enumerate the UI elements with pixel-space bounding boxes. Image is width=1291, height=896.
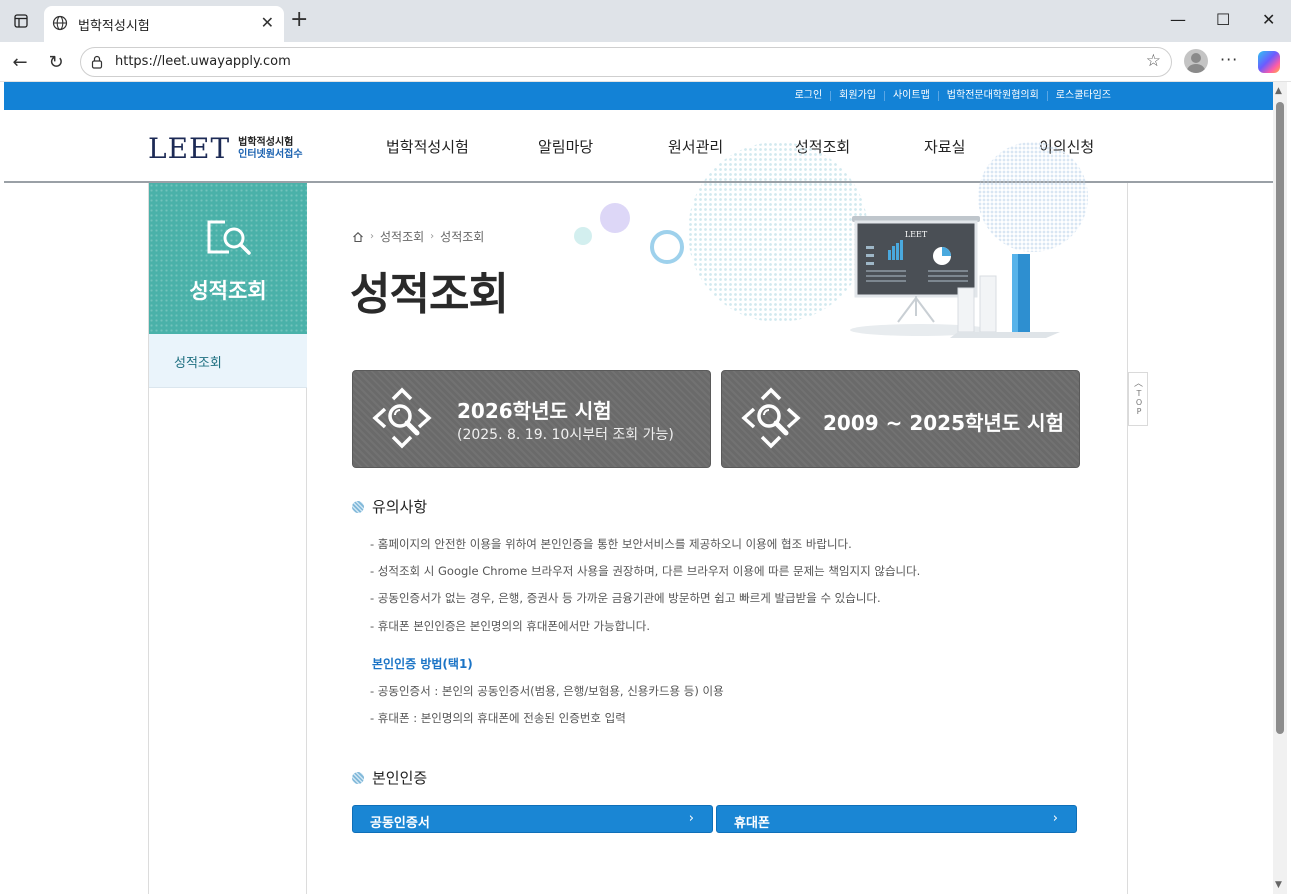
window-close-button[interactable]: ✕ [1262, 10, 1275, 29]
auth-section-title: 본인인증 [352, 767, 427, 788]
hero-decor-dot [600, 203, 630, 233]
minimize-button[interactable]: — [1170, 10, 1186, 29]
page-scrollbar[interactable]: ▲ ▼ [1273, 82, 1287, 894]
new-tab-button[interactable]: + [290, 9, 308, 31]
auth-method-item: - 공동인증서 : 본인의 공동인증서(범용, 은행/보험용, 신용카드용 등)… [370, 684, 724, 698]
utility-link[interactable]: 로스쿨타임즈 [1046, 91, 1119, 101]
search-document-icon [207, 220, 251, 255]
maximize-button[interactable]: ☐ [1216, 10, 1230, 29]
breadcrumb-item[interactable]: 성적조회 [380, 228, 424, 245]
url-field[interactable]: https://leet.uwayapply.com ☆ [80, 47, 1172, 77]
auth-method-item: - 휴대폰 : 본인명의의 휴대폰에 전송된 인증번호 입력 [370, 711, 626, 725]
breadcrumb-item[interactable]: 성적조회 [440, 228, 484, 245]
exam-2009-2025-button[interactable]: 2009 ~ 2025학년도 시험 [721, 370, 1080, 468]
certificate-auth-button[interactable]: 공동인증서 › [352, 805, 713, 833]
main-header: LEET 법학적성시험 인터넷원서접수 법학적성시험 알림마당 원서관리 성적조… [4, 110, 1273, 183]
scroll-top-button[interactable]: ︿ TOP [1128, 372, 1148, 426]
phone-auth-button[interactable]: 휴대폰 › [716, 805, 1077, 833]
globe-icon [52, 15, 68, 31]
menu-item-notice[interactable]: 알림마당 [538, 136, 593, 157]
browser-address-bar: ← ↻ https://leet.uwayapply.com ☆ ··· [0, 42, 1291, 82]
page-title: 성적조회 [350, 269, 509, 320]
menu-item-exam[interactable]: 법학적성시험 [386, 136, 469, 157]
utility-link[interactable]: 회원가입 [830, 91, 884, 101]
logo-subtitle-1: 법학적성시험 [238, 136, 294, 148]
utility-link[interactable]: 로그인 [787, 91, 831, 101]
exam-2026-sublabel: (2025. 8. 19. 10시부터 조회 가능) [457, 427, 674, 443]
chevron-right-icon: › [1052, 811, 1058, 826]
profile-avatar[interactable] [1184, 49, 1208, 73]
tab-actions-icon[interactable] [8, 8, 34, 34]
notice-item: - 휴대폰 본인인증은 본인명의의 휴대폰에서만 가능합니다. [370, 619, 651, 633]
reload-icon[interactable]: ↻ [44, 50, 68, 74]
notice-item: - 성적조회 시 Google Chrome 브라우저 사용을 권장하며, 다른… [370, 564, 921, 578]
presentation-board-illustration: LEET [850, 216, 1060, 338]
logo-mark: LEET [148, 132, 231, 165]
hero-decor-ring [650, 230, 684, 264]
sidebar-header: 성적조회 [149, 183, 307, 334]
back-arrow-icon[interactable]: ← [8, 50, 32, 74]
favorite-star-icon[interactable]: ☆ [1146, 51, 1161, 71]
scroll-up-arrow-icon[interactable]: ▲ [1275, 86, 1282, 96]
notice-item: - 공동인증서가 없는 경우, 은행, 증권사 등 가까운 금융기관에 방문하면… [370, 591, 881, 605]
tab-title: 법학적성시험 [78, 19, 150, 34]
utility-links: 로그인 회원가입 사이트맵 법학전문대학원협의회 로스쿨타임즈 [787, 82, 1119, 110]
bullet-icon [352, 500, 364, 513]
copilot-icon[interactable] [1258, 51, 1280, 73]
exam-2026-label: 2026학년도 시험 [457, 399, 612, 423]
home-icon[interactable] [352, 231, 364, 243]
browser-tab-bar: 법학적성시험 ✕ + — ☐ ✕ [0, 0, 1291, 42]
site-logo[interactable]: LEET 법학적성시험 인터넷원서접수 [148, 132, 303, 165]
notice-section-title: 유의사항 [352, 496, 427, 517]
breadcrumb: › 성적조회 › 성적조회 [352, 228, 484, 245]
exam-2026-button[interactable]: 2026학년도 시험 (2025. 8. 19. 10시부터 조회 가능) [352, 370, 711, 468]
sidebar: 성적조회 성적조회 [149, 183, 307, 388]
chevron-right-icon: › [688, 811, 694, 826]
search-scan-icon [741, 387, 801, 449]
lock-icon [91, 55, 103, 69]
hero-decor-dot [574, 227, 592, 245]
sidebar-item-scores[interactable]: 성적조회 [149, 334, 307, 388]
exam-2009-2025-label: 2009 ~ 2025학년도 시험 [823, 411, 1064, 435]
logo-subtitle-2: 인터넷원서접수 [238, 148, 303, 160]
scrollbar-thumb[interactable] [1276, 102, 1284, 734]
tab-close-icon[interactable]: ✕ [261, 13, 274, 32]
notice-item: - 홈페이지의 안전한 이용을 위하여 본인인증을 통한 보안서비스를 제공하오… [370, 537, 852, 551]
menu-item-application[interactable]: 원서관리 [668, 136, 723, 157]
page-viewport: 로그인 회원가입 사이트맵 법학전문대학원협의회 로스쿨타임즈 LEET 법학적성시험 … [4, 82, 1273, 894]
menu-item-resources[interactable]: 자료실 [924, 136, 965, 157]
url-text: https://leet.uwayapply.com [115, 54, 291, 69]
auth-method-title: 본인인증 방법(택1) [372, 657, 473, 671]
sidebar-title: 성적조회 [189, 279, 267, 303]
chevron-up-icon: ︿ [1134, 379, 1144, 389]
scroll-down-arrow-icon[interactable]: ▼ [1275, 880, 1282, 890]
bullet-icon [352, 771, 364, 784]
more-options-icon[interactable]: ··· [1220, 50, 1238, 69]
browser-tab[interactable]: 법학적성시험 ✕ [44, 6, 284, 42]
search-scan-icon [372, 387, 432, 449]
utility-bar: 로그인 회원가입 사이트맵 법학전문대학원협의회 로스쿨타임즈 [4, 82, 1273, 110]
utility-link[interactable]: 법학전문대학원협의회 [937, 91, 1047, 101]
board-title: LEET [905, 230, 928, 239]
utility-link[interactable]: 사이트맵 [883, 91, 938, 101]
